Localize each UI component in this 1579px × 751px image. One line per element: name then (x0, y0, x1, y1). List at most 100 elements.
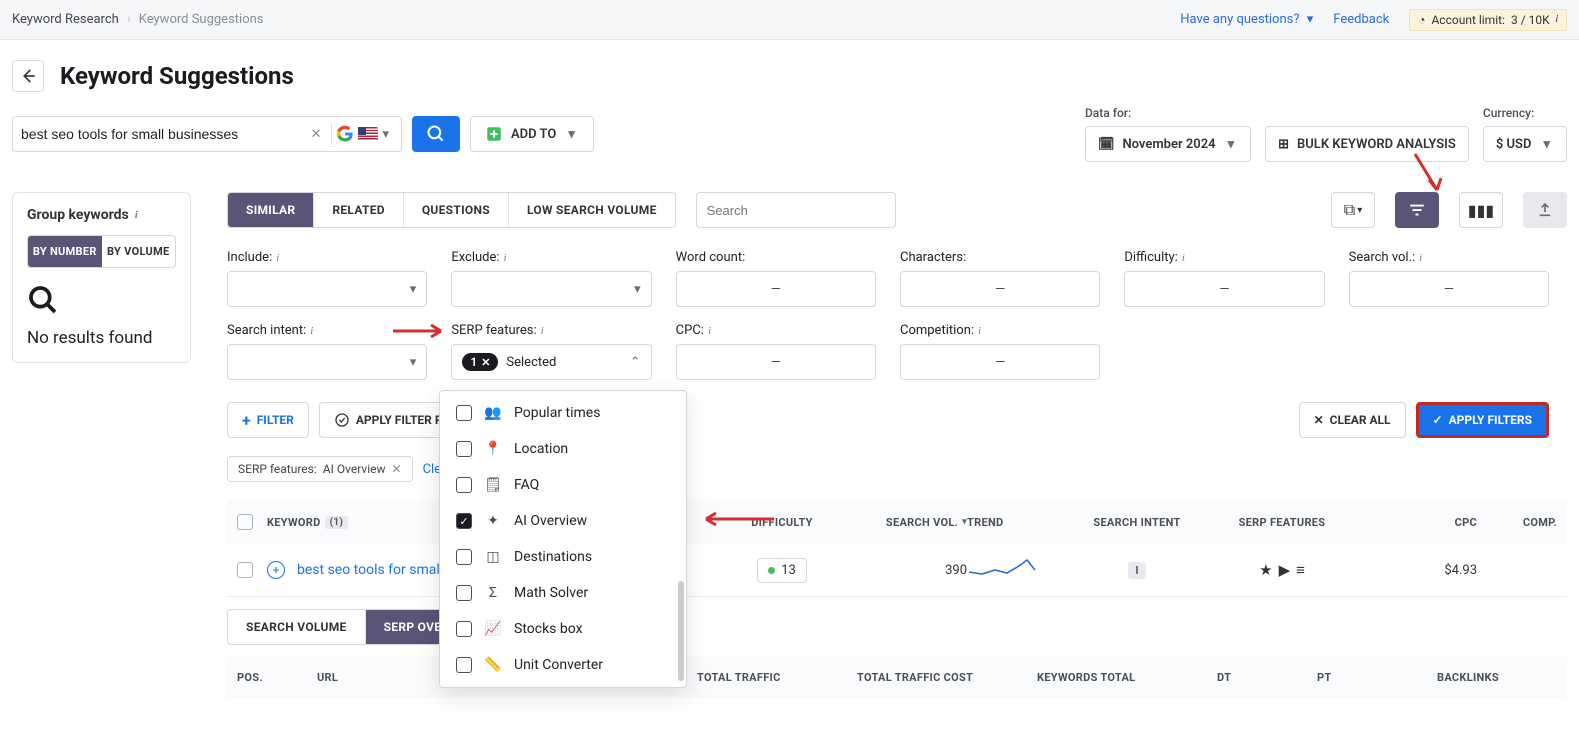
tab-related[interactable]: RELATED (314, 193, 403, 227)
dd-item-destinations[interactable]: ◫ Destinations (440, 539, 686, 575)
table-search[interactable] (696, 192, 896, 228)
searchvol-input[interactable]: — (1349, 271, 1549, 307)
checkbox-icon[interactable] (456, 549, 472, 565)
competition-input[interactable]: — (900, 344, 1100, 380)
th-dt[interactable]: DT (1217, 671, 1317, 684)
search-button[interactable] (412, 116, 460, 152)
th-search-vol[interactable]: SEARCH VOL. ▾ (837, 516, 967, 529)
tab-similar[interactable]: SIMILAR (228, 193, 314, 227)
by-volume-option[interactable]: BY VOLUME (102, 236, 176, 267)
dd-item-location[interactable]: 📍 Location (440, 431, 686, 467)
tab-questions[interactable]: QUESTIONS (404, 193, 509, 227)
th-pos[interactable]: POS. (237, 671, 317, 684)
clear-all-button[interactable]: ✕ CLEAR ALL (1299, 402, 1406, 438)
checkbox-icon[interactable] (237, 514, 253, 530)
th-traffic-cost[interactable]: TOTAL TRAFFIC COST (857, 671, 1037, 684)
info-icon[interactable]: i (135, 209, 138, 221)
info-icon[interactable]: i (276, 252, 279, 264)
keyword-input[interactable] (21, 126, 305, 142)
info-icon[interactable]: i (978, 325, 981, 337)
wordcount-input[interactable]: — (676, 271, 876, 307)
copy-button[interactable]: ⧉▾ (1331, 192, 1375, 228)
row-checkbox[interactable] (237, 562, 253, 578)
by-number-option[interactable]: BY NUMBER (28, 236, 102, 267)
th-trend[interactable]: TREND (967, 516, 1067, 529)
intent-select[interactable]: ▾ (227, 344, 427, 380)
checkbox-checked-icon[interactable]: ✓ (456, 513, 472, 529)
add-keyword-button[interactable]: + (267, 561, 285, 579)
dd-item-math-solver[interactable]: Σ Math Solver (440, 575, 686, 611)
checkbox-icon[interactable] (456, 441, 472, 457)
difficulty-input[interactable]: — (1124, 271, 1324, 307)
wordcount-label: Word count: (676, 250, 746, 265)
columns-button[interactable]: ▮▮▮ (1459, 192, 1503, 228)
chevron-down-icon: ▾ (564, 127, 579, 142)
subtab-search-volume[interactable]: SEARCH VOLUME (228, 610, 366, 644)
dd-item-ai-overview[interactable]: ✓ ✦ AI Overview (440, 503, 686, 539)
currency-select[interactable]: $ USD ▾ (1483, 126, 1567, 162)
chevron-down-icon: ▾ (410, 355, 417, 370)
checkbox-icon[interactable] (456, 657, 472, 673)
th-total-traffic[interactable]: TOTAL TRAFFIC (697, 671, 857, 684)
close-icon[interactable]: ✕ (392, 462, 402, 476)
th-serp-features[interactable]: SERP FEATURES (1207, 516, 1357, 529)
checkbox-icon[interactable] (456, 477, 472, 493)
export-button[interactable] (1523, 192, 1567, 228)
lower-table-header: POS. URL TOTAL TRAFFIC TOTAL TRAFFIC COS… (227, 657, 1567, 698)
th-pt[interactable]: PT (1317, 671, 1437, 684)
dd-label: Math Solver (514, 585, 588, 601)
characters-input[interactable]: — (900, 271, 1100, 307)
list-icon: ≡ (1296, 561, 1305, 579)
checkbox-icon[interactable] (456, 621, 472, 637)
questions-link[interactable]: Have any questions? ▾ (1180, 12, 1313, 27)
dd-item-faq[interactable]: 🗒 FAQ (440, 467, 686, 503)
th-comp[interactable]: COMP. (1477, 516, 1557, 529)
tab-low-volume[interactable]: LOW SEARCH VOLUME (509, 193, 675, 227)
account-limit-badge[interactable]: ◔ Account limit: 3 / 10K i (1409, 9, 1567, 31)
th-keyword[interactable]: KEYWORD (1) (267, 516, 467, 529)
serp-features-dropdown[interactable]: 👥 Popular times 📍 Location 🗒 FAQ ✓ ✦ AI … (439, 390, 687, 688)
chevron-down-icon[interactable]: ▾ (378, 127, 393, 142)
info-icon[interactable]: i (310, 325, 313, 337)
dd-item-popular-times[interactable]: 👥 Popular times (440, 395, 686, 431)
clear-input-icon[interactable]: ✕ (305, 127, 328, 142)
group-toggle[interactable]: BY NUMBER BY VOLUME (27, 235, 176, 268)
add-to-button[interactable]: ADD TO ▾ (470, 116, 594, 152)
back-button[interactable] (12, 60, 44, 92)
checkbox-icon[interactable] (456, 405, 472, 421)
th-backlinks[interactable]: BACKLINKS (1437, 671, 1557, 684)
info-icon[interactable]: i (504, 252, 507, 264)
th-cpc[interactable]: CPC (1357, 516, 1477, 529)
applied-serp-chip[interactable]: SERP features: AI Overview ✕ (227, 456, 413, 482)
th-search-intent[interactable]: SEARCH INTENT (1067, 516, 1207, 529)
apply-filters-button[interactable]: ✓ APPLY FILTERS (1416, 402, 1549, 438)
serp-select[interactable]: 1 ✕ Selected ⌃ (451, 344, 651, 380)
th-keyword-label: KEYWORD (267, 516, 321, 529)
data-for-select[interactable]: 🗓 November 2024 ▾ (1085, 126, 1251, 162)
dd-item-stocks[interactable]: 📈 Stocks box (440, 611, 686, 647)
currency-value: $ USD (1496, 137, 1532, 152)
scrollbar-thumb[interactable] (678, 581, 684, 681)
stocks-icon: 📈 (484, 621, 502, 637)
th-keywords-total[interactable]: KEYWORDS TOTAL (1037, 671, 1217, 684)
include-select[interactable]: ▾ (227, 271, 427, 307)
table-search-input[interactable] (707, 203, 883, 218)
info-icon[interactable]: i (1182, 252, 1185, 264)
add-filter-button[interactable]: + FILTER (227, 402, 309, 438)
include-label: Include: (227, 250, 272, 265)
close-icon[interactable]: ✕ (481, 356, 490, 369)
checkbox-icon[interactable] (456, 585, 472, 601)
breadcrumb-root[interactable]: Keyword Research (12, 12, 119, 27)
cpc-input[interactable]: — (676, 344, 876, 380)
info-icon[interactable]: i (708, 325, 711, 337)
keyword-input-wrap[interactable]: ✕ ▾ (12, 116, 402, 152)
exclude-select[interactable]: ▾ (451, 271, 651, 307)
dd-item-unit-converter[interactable]: 📏 Unit Converter (440, 647, 686, 683)
serp-count-chip[interactable]: 1 ✕ (462, 353, 498, 371)
info-icon[interactable]: i (1419, 252, 1422, 264)
info-icon[interactable]: i (541, 325, 544, 337)
filter-characters: Characters: — (900, 250, 1100, 307)
th-checkbox[interactable] (237, 514, 267, 530)
searchvol-label: Search vol.: (1349, 250, 1416, 265)
feedback-link[interactable]: Feedback (1333, 12, 1389, 27)
